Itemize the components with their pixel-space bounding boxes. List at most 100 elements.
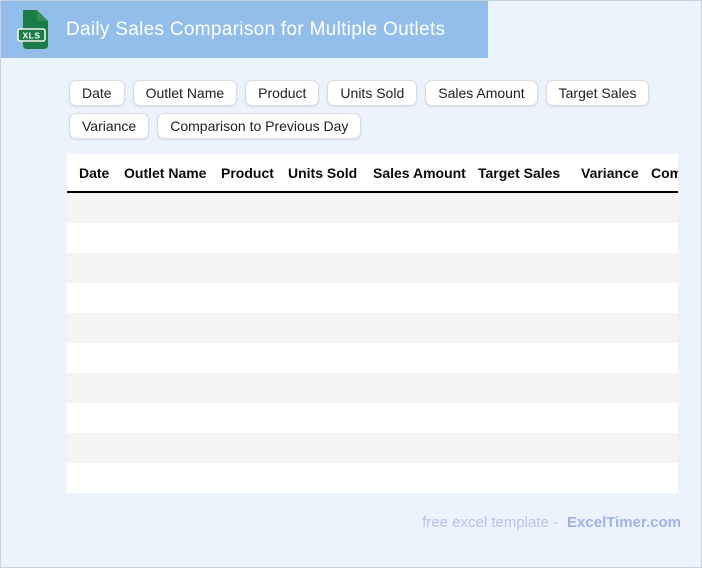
table-cell [124,283,221,313]
table-cell [288,463,373,493]
table-cell [478,403,581,433]
table-row [67,343,678,373]
footer-credit-text: free excel template - [422,514,558,531]
table-cell [581,463,651,493]
table-cell [373,223,478,253]
table-cell [221,403,288,433]
table-cell [221,343,288,373]
table-cell [373,313,478,343]
table-cell [221,192,288,223]
field-chips-row-2: Variance Comparison to Previous Day [69,113,361,139]
table-cell [124,223,221,253]
table-row [67,192,678,223]
column-header-outlet-name: Outlet Name [124,154,221,192]
table-cell [124,313,221,343]
table-cell [651,223,678,253]
table-cell [124,463,221,493]
column-header-sales-amount: Sales Amount [373,154,478,192]
table-cell [124,192,221,223]
table-cell [67,253,124,283]
column-header-units-sold: Units Sold [288,154,373,192]
table-row [67,403,678,433]
table-cell [581,223,651,253]
table-cell [67,373,124,403]
table-cell [651,463,678,493]
table-cell [221,223,288,253]
chip-comparison-to-previous-day[interactable]: Comparison to Previous Day [157,113,361,139]
table-header-row: DateOutlet NameProductUnits SoldSales Am… [67,154,678,192]
table-cell [478,373,581,403]
table-row [67,313,678,343]
table-row [67,373,678,403]
table-cell [221,313,288,343]
table-cell [67,343,124,373]
page-title: Daily Sales Comparison for Multiple Outl… [66,19,445,41]
table-cell [221,433,288,463]
table-cell [288,253,373,283]
table-cell [581,373,651,403]
table-row [67,253,678,283]
xls-badge-text: XLS [22,31,40,41]
table-cell [67,192,124,223]
column-header-variance: Variance [581,154,651,192]
table-cell [581,403,651,433]
table-cell [124,403,221,433]
table-cell [651,283,678,313]
table-cell [288,403,373,433]
chip-outlet-name[interactable]: Outlet Name [133,80,238,106]
column-header-product: Product [221,154,288,192]
table-cell [651,433,678,463]
table-cell [288,433,373,463]
chip-target-sales[interactable]: Target Sales [546,80,650,106]
table-row [67,283,678,313]
table-cell [373,463,478,493]
column-header-date: Date [67,154,124,192]
table-cell [581,283,651,313]
table-cell [221,253,288,283]
table-cell [288,192,373,223]
table-cell [288,223,373,253]
table-cell [288,343,373,373]
table-cell [478,192,581,223]
table-cell [221,283,288,313]
xls-file-icon: XLS [17,9,51,50]
table-body [67,192,678,493]
table-row [67,223,678,253]
table-cell [373,192,478,223]
table-cell [288,313,373,343]
column-header-comparison-to-previous-day: Comparison to Previous Day [651,154,678,192]
footer-brand-link[interactable]: ExcelTimer.com [567,514,681,531]
table-cell [67,223,124,253]
table-row [67,463,678,493]
footer: free excel template - ExcelTimer.com [422,514,681,531]
table-cell [581,343,651,373]
table-cell [651,343,678,373]
chip-product[interactable]: Product [245,80,319,106]
table-cell [651,313,678,343]
table-cell [581,313,651,343]
table-cell [651,192,678,223]
table-cell [651,373,678,403]
chip-date[interactable]: Date [69,80,125,106]
table-cell [373,403,478,433]
table-cell [288,373,373,403]
table-cell [651,403,678,433]
table-cell [651,253,678,283]
table-cell [67,463,124,493]
table-cell [67,403,124,433]
table-cell [581,253,651,283]
chip-units-sold[interactable]: Units Sold [327,80,417,106]
table-cell [221,373,288,403]
table-cell [67,313,124,343]
table-cell [373,253,478,283]
table-cell [478,283,581,313]
table-cell [288,283,373,313]
column-header-target-sales: Target Sales [478,154,581,192]
chip-variance[interactable]: Variance [69,113,149,139]
table-cell [581,192,651,223]
table-cell [373,283,478,313]
table-cell [478,433,581,463]
chip-sales-amount[interactable]: Sales Amount [425,80,537,106]
table-cell [478,223,581,253]
table-cell [373,373,478,403]
